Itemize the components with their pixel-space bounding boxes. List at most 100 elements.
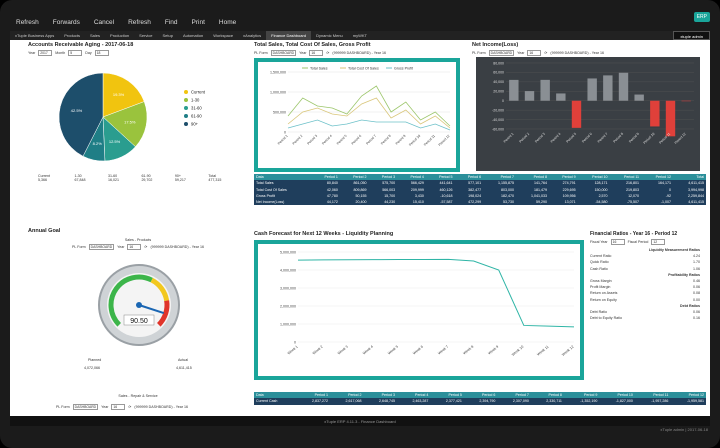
- sales-chart-frame: 1,500,000 1,000,000 500,000 0 Total Sales Tot…: [254, 58, 460, 172]
- fiscal-period-select[interactable]: 12: [651, 239, 666, 245]
- refresh-icon[interactable]: ⟳: [544, 51, 547, 55]
- table-cell: -75,507: [609, 199, 642, 206]
- year-label: Year: [517, 51, 525, 55]
- refresh-icon[interactable]: ⟳: [128, 405, 131, 409]
- cancel-button[interactable]: Cancel: [94, 19, 114, 26]
- pl-form-select[interactable]: DASHBOARD: [270, 50, 297, 56]
- table-row: Net Income(Loss) 44,172 20,400 44,230 15,410…: [254, 199, 706, 206]
- x-tick: Period 6: [581, 132, 593, 144]
- x-tick: Week 12: [561, 345, 574, 357]
- annual-goal-gauge: 90.50: [98, 264, 180, 346]
- table-cell: 53,730: [483, 199, 517, 206]
- ratio-value: 0.16: [693, 316, 700, 321]
- net-bar-Period 9: [634, 94, 644, 101]
- print-button[interactable]: Print: [192, 19, 205, 26]
- pl-label: PL Form: [72, 245, 86, 249]
- sales-panel: Total Sales, Total Cost Of Sales, Gross …: [254, 42, 464, 182]
- tab-xanalytics[interactable]: xAnalytics: [238, 31, 266, 40]
- table-cell: -1,957,286: [634, 398, 671, 405]
- x-tick: Period 11: [658, 132, 671, 145]
- legend-label: Total Sales: [310, 66, 328, 70]
- net-income-bar-chart: 80,000 60,000 40,000 20,000 0 -20,000 -40,000 -…: [476, 57, 700, 171]
- legend-label: 90+: [191, 122, 199, 127]
- tab-mywkt[interactable]: myWKT: [348, 31, 372, 40]
- net-bar-Period 2: [524, 91, 535, 101]
- net-bar-Period 4: [556, 93, 566, 101]
- tab-products[interactable]: Products: [59, 31, 85, 40]
- x-tick: Period 1: [277, 134, 289, 146]
- tab-automation[interactable]: Automation: [178, 31, 208, 40]
- forwards-button[interactable]: Forwards: [53, 19, 80, 26]
- net-bar-Period 5: [571, 100, 582, 128]
- x-tick: Week 4: [362, 345, 374, 356]
- x-tick: Period 2: [292, 134, 304, 146]
- tab-production[interactable]: Production: [105, 31, 134, 40]
- tab-workspace[interactable]: Workspace: [208, 31, 238, 40]
- table-cell: 472,299: [454, 199, 484, 206]
- refresh-icon[interactable]: ⟳: [144, 245, 147, 249]
- pl-form-select[interactable]: DASHBOARD: [488, 50, 515, 56]
- home-button[interactable]: Home: [219, 19, 236, 26]
- row-label: Net Income(Loss): [254, 199, 312, 206]
- x-tick: Period 6: [351, 134, 363, 146]
- tab-service[interactable]: Service: [134, 31, 157, 40]
- year-select[interactable]: 16: [527, 50, 542, 56]
- y-tick: 0: [502, 99, 504, 103]
- x-tick: Period 5: [565, 132, 577, 144]
- net-bar-Period 1: [509, 79, 519, 101]
- tab-finance-dashboard[interactable]: Finance Dashboard: [266, 31, 312, 40]
- ar-val-31-60: 16,021: [107, 178, 119, 182]
- year-select[interactable]: 16: [309, 50, 324, 56]
- year-select-2[interactable]: 16: [111, 404, 126, 410]
- net-bar-Period 7: [603, 75, 613, 101]
- legend-label: Gross Profit: [394, 66, 413, 70]
- x-tick: Week 7: [437, 345, 449, 356]
- x-tick: Period 8: [380, 134, 392, 146]
- user-menu[interactable]: xtuple admin: [673, 31, 710, 40]
- tab-apps[interactable]: xTuple Business Apps: [10, 31, 59, 40]
- ar-summary-table: Current 1-30 31-60 61-90 90+ Total 5,366 67,84…: [38, 174, 248, 182]
- pl-form-select[interactable]: DASHBOARD: [88, 244, 115, 250]
- planned-value: 4,072,066: [84, 366, 100, 370]
- x-tick: Week 1: [287, 345, 299, 356]
- fiscal-year-label: Fiscal Year: [590, 240, 608, 244]
- ar-val-90plus: 59,217: [174, 178, 186, 182]
- net-bar-Period 6: [587, 78, 597, 101]
- tab-dynamic-menu[interactable]: Dynamic Menu: [311, 31, 348, 40]
- month-input[interactable]: 5: [68, 50, 83, 56]
- year-input[interactable]: 2017: [38, 50, 53, 56]
- refresh-icon[interactable]: ⟳: [326, 51, 329, 55]
- year-select[interactable]: 16: [127, 244, 142, 250]
- tab-setup[interactable]: Setup: [158, 31, 178, 40]
- pl-form-select-2[interactable]: DASHBOARD: [72, 404, 99, 410]
- x-tick: Period 4: [321, 134, 333, 146]
- pie-pct-label: 19.3%: [113, 92, 125, 97]
- find-button[interactable]: Find: [165, 19, 178, 26]
- net-bar-Period 8: [618, 72, 629, 101]
- x-tick: Week 8: [462, 345, 474, 356]
- day-label: Day: [85, 51, 92, 55]
- legend-marker: [184, 106, 188, 110]
- table-cell: 20,400: [339, 199, 369, 206]
- refresh-button-2[interactable]: Refresh: [128, 19, 151, 26]
- table-cell: 2,330,711: [530, 398, 564, 405]
- x-tick: Period 1: [503, 132, 515, 144]
- toolbar: Refresh Forwards Cancel Refresh Find Pri…: [10, 14, 710, 30]
- financial-ratios-panel: Financial Ratios - Year 16 - Period 12 F…: [590, 231, 705, 391]
- actual-label: Actual: [178, 358, 188, 362]
- fiscal-year-select[interactable]: 16: [610, 239, 625, 245]
- net-bar-Period 12: [681, 100, 691, 102]
- annual-info: (999999 DASHBOARD) - Year 16: [150, 245, 204, 249]
- row-label: Current Cash: [254, 398, 297, 405]
- legend-marker: [184, 98, 188, 102]
- refresh-button[interactable]: Refresh: [16, 19, 39, 26]
- table-cell: 2,837,272: [296, 398, 330, 405]
- tab-sales[interactable]: Sales: [85, 31, 105, 40]
- day-input[interactable]: 18: [94, 50, 109, 56]
- x-tick: Week 3: [337, 345, 349, 356]
- session-info: xTuple admin | 2017-06-18: [660, 427, 708, 432]
- table-cell: 59,290: [516, 199, 549, 206]
- legend-label: 61-90: [191, 114, 202, 119]
- fiscal-period-label: Fiscal Period: [627, 240, 649, 244]
- ar-val-61-90: 29,702: [141, 178, 153, 182]
